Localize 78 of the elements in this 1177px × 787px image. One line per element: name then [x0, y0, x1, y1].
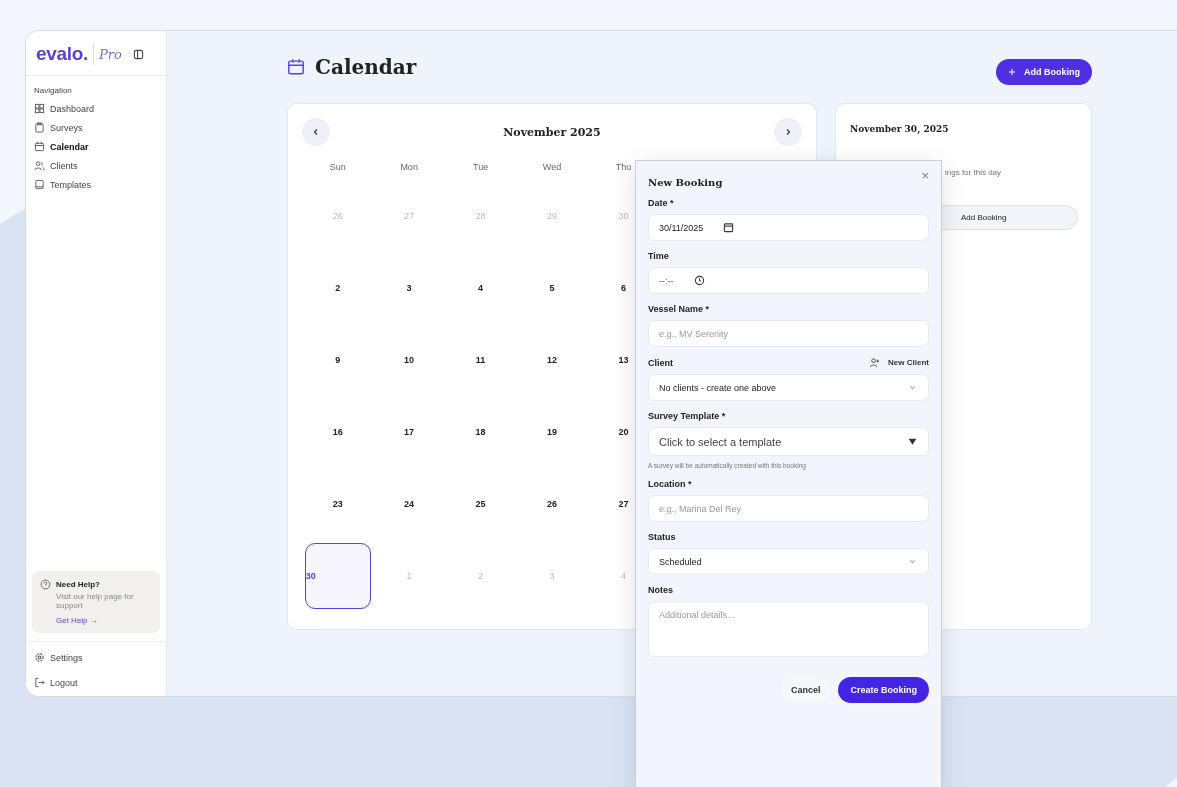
- calendar-icon: [287, 58, 305, 76]
- clipboard-icon: [34, 122, 45, 133]
- logout-icon: [34, 677, 45, 688]
- date-field[interactable]: 30/11/2025: [648, 214, 929, 241]
- day-cell[interactable]: 3: [376, 255, 443, 321]
- field-label: Survey Template *: [648, 411, 726, 421]
- field-label: Date *: [648, 198, 674, 208]
- day-cell[interactable]: 5: [519, 255, 585, 321]
- template-select[interactable]: Click to select a template: [648, 427, 929, 456]
- select-field[interactable]: Scheduled: [648, 548, 929, 575]
- calendar-icon: [34, 141, 45, 152]
- help-text: Visit our help page for support: [56, 592, 135, 610]
- field-label: Vessel Name *: [648, 304, 710, 314]
- month-title: November 2025: [503, 125, 601, 139]
- day-cell[interactable]: 30: [304, 543, 371, 609]
- book-icon: [34, 179, 45, 190]
- field-label: Notes: [648, 585, 673, 595]
- field-label: Time: [648, 251, 669, 261]
- notes-field[interactable]: Additional details...: [648, 601, 929, 657]
- section-label: Navigation: [33, 85, 73, 97]
- day-cell[interactable]: 10: [376, 327, 443, 393]
- page-title: Calendar: [315, 55, 417, 79]
- get-help-link[interactable]: Get Help →: [56, 616, 98, 625]
- input-field[interactable]: e.g., Marina Del Rey: [648, 495, 929, 522]
- weekday-label: Mon: [400, 162, 418, 172]
- sidebar-toggle-icon[interactable]: [132, 48, 144, 60]
- calendar-icon: [723, 222, 735, 233]
- footer-item[interactable]: Settings: [26, 648, 166, 667]
- field-label: Client: [648, 357, 673, 368]
- day-cell[interactable]: 24: [376, 471, 443, 537]
- day-cell[interactable]: 26: [519, 471, 585, 537]
- user-plus-icon: [869, 357, 881, 368]
- day-cell[interactable]: 16: [304, 399, 371, 465]
- nav-item[interactable]: Templates: [26, 175, 166, 194]
- new-client-button[interactable]: New Client: [869, 357, 929, 368]
- day-cell[interactable]: 17: [376, 399, 443, 465]
- time-field[interactable]: --:--: [648, 267, 929, 294]
- nav-item[interactable]: Dashboard: [26, 99, 166, 118]
- previous-month-button[interactable]: [302, 118, 330, 146]
- close-button[interactable]: ×: [921, 169, 929, 182]
- next-month-button[interactable]: [774, 118, 802, 146]
- users-icon: [34, 160, 45, 171]
- create-booking-button[interactable]: Create Booking: [838, 677, 929, 703]
- help-icon: [40, 579, 51, 590]
- settings-icon: [34, 652, 45, 663]
- day-cell[interactable]: 19: [519, 399, 585, 465]
- day-cell[interactable]: 23: [304, 471, 371, 537]
- day-cell[interactable]: 18: [447, 399, 514, 465]
- field-label: Status: [648, 532, 676, 542]
- nav-item[interactable]: Calendar: [26, 137, 166, 156]
- edition-label: Pro: [99, 46, 122, 62]
- empty-message: ings for this day: [945, 168, 1002, 177]
- input-field[interactable]: e.g., MV Serenity: [648, 320, 929, 347]
- add-booking-button[interactable]: Add Booking: [996, 59, 1092, 85]
- day-cell[interactable]: 12: [519, 327, 585, 393]
- day-cell[interactable]: 9: [304, 327, 371, 393]
- day-cell[interactable]: 25: [447, 471, 514, 537]
- nav-item[interactable]: Clients: [26, 156, 166, 175]
- dialog-title: New Booking: [648, 177, 723, 188]
- weekday-label: Tue: [472, 162, 489, 172]
- caret-icon: [907, 436, 918, 447]
- clock-icon: [693, 275, 705, 286]
- selected-date-title: November 30, 2025: [850, 124, 950, 134]
- weekday-label: Sun: [329, 162, 346, 172]
- nav-item[interactable]: Surveys: [26, 118, 166, 137]
- field-label: Location *: [648, 479, 692, 489]
- day-cell[interactable]: 4: [447, 255, 514, 321]
- weekday-label: Thu: [615, 162, 632, 172]
- footer-item[interactable]: Logout: [26, 673, 166, 692]
- grid-icon: [34, 103, 45, 114]
- day-cell[interactable]: 2: [304, 255, 371, 321]
- cancel-button[interactable]: Cancel: [780, 677, 831, 703]
- weekday-label: Wed: [542, 162, 562, 172]
- select-field[interactable]: No clients - create one above: [648, 374, 929, 401]
- logo: evalo.: [36, 43, 89, 65]
- day-cell[interactable]: 11: [447, 327, 514, 393]
- plus-icon: [1008, 68, 1016, 76]
- help-title: Need Help?: [56, 580, 100, 589]
